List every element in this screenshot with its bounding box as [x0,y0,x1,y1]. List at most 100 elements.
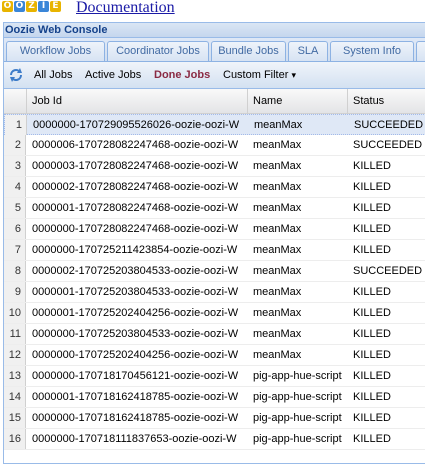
all-jobs-button[interactable]: All Jobs [34,69,73,81]
refresh-icon[interactable] [8,67,24,83]
row-number: 8 [4,261,26,281]
table-row[interactable]: 5 0000001-170728082247468-oozie-oozi-W mea… [4,198,425,219]
active-jobs-button[interactable]: Active Jobs [85,69,141,81]
column-header-status[interactable]: Status [348,89,425,113]
tab-sla[interactable]: SLA [288,41,328,61]
job-status-cell: SUCCEEDED [354,119,424,131]
table-row[interactable]: 11 0000000-170725203804533-oozie-oozi-W me… [4,324,425,345]
job-status-cell: KILLED [353,202,391,214]
job-status-cell: KILLED [353,391,391,403]
oozie-console-panel: Oozie Web Console Workflow Jobs Coordina… [3,22,425,464]
custom-filter-label: Custom Filter [223,69,289,81]
row-number: 4 [4,177,26,197]
job-name-cell: meanMax [253,244,302,256]
row-number: 5 [4,198,26,218]
job-name-cell: meanMax [253,223,302,235]
job-name-cell: meanMax [253,328,302,340]
row-number: 12 [4,345,26,365]
tab-bundle-jobs[interactable]: Bundle Jobs [211,41,286,61]
table-row[interactable]: 3 0000003-170728082247468-oozie-oozi-W mea… [4,156,425,177]
job-id-cell: 0000002-170728082247468-oozie-oozi-W [32,181,239,193]
table-row[interactable]: 6 0000000-170728082247468-oozie-oozi-W mea… [4,219,425,240]
table-row[interactable]: 12 0000000-170725202404256-oozie-oozi-W me… [4,345,425,366]
tab-coordinator-jobs[interactable]: Coordinator Jobs [107,41,209,61]
job-name-cell: meanMax [253,160,302,172]
row-number: 9 [4,282,26,302]
table-row[interactable]: 14 0000001-170718162418785-oozie-oozi-W pi… [4,387,425,408]
job-name-cell: meanMax [253,307,302,319]
jobs-grid: Job Id Name Status 1 0000000-170729095526… [4,89,425,463]
job-status-cell: KILLED [353,286,391,298]
tab-strip: Workflow Jobs Coordinator Jobs Bundle Jo… [4,38,425,62]
job-name-cell: pig-app-hue-script [253,391,342,403]
table-row[interactable]: 15 0000000-170718162418785-oozie-oozi-W pi… [4,408,425,429]
logo-letter: O [2,1,13,12]
table-row[interactable]: 2 0000006-170728082247468-oozie-oozi-W mea… [4,135,425,156]
job-name-cell: pig-app-hue-script [253,433,342,445]
job-status-cell: KILLED [353,181,391,193]
job-status-cell: KILLED [353,349,391,361]
job-status-cell: SUCCEEDED [353,139,423,151]
job-id-cell: 0000000-170728082247468-oozie-oozi-W [32,223,239,235]
table-row[interactable]: 16 0000000-170718111837653-oozie-oozi-W pi… [4,429,425,450]
tab-overflow[interactable] [416,41,425,61]
column-header-name[interactable]: Name [248,89,348,113]
job-id-cell: 0000000-170725211423854-oozie-oozi-W [32,244,238,256]
job-name-cell: meanMax [253,286,302,298]
job-name-cell: meanMax [253,202,302,214]
job-id-cell: 0000006-170728082247468-oozie-oozi-W [32,139,239,151]
job-id-cell: 0000000-170725203804533-oozie-oozi-W [32,328,239,340]
logo-letter: Z [26,1,37,12]
job-name-cell: meanMax [253,181,302,193]
table-row[interactable]: 4 0000002-170728082247468-oozie-oozi-W mea… [4,177,425,198]
row-number: 11 [4,324,26,344]
row-number: 15 [4,408,26,428]
logo-letter: E [50,1,61,12]
job-name-cell: meanMax [254,119,303,131]
job-name-cell: pig-app-hue-script [253,412,342,424]
job-status-cell: KILLED [353,160,391,172]
row-number: 7 [4,240,26,260]
row-number-header [4,89,27,113]
row-number: 6 [4,219,26,239]
row-number: 14 [4,387,26,407]
chevron-down-icon: ▾ [291,70,296,80]
job-status-cell: KILLED [353,370,391,382]
job-name-cell: pig-app-hue-script [253,370,342,382]
job-id-cell: 0000000-170729095526026-oozie-oozi-W [33,119,240,131]
job-status-cell: KILLED [353,433,391,445]
row-number: 1 [5,115,27,135]
table-row[interactable]: 10 0000001-170725202404256-oozie-oozi-W me… [4,303,425,324]
toolbar: All Jobs Active Jobs Done Jobs Custom Fi… [4,62,425,89]
tab-system-info[interactable]: System Info [330,41,414,61]
job-id-cell: 0000001-170728082247468-oozie-oozi-W [32,202,239,214]
job-status-cell: KILLED [353,412,391,424]
table-row[interactable]: 9 0000001-170725203804533-oozie-oozi-W mea… [4,282,425,303]
job-id-cell: 0000001-170725203804533-oozie-oozi-W [32,286,239,298]
row-number: 13 [4,366,26,386]
custom-filter-button[interactable]: Custom Filter ▾ [223,69,296,81]
table-row[interactable]: 1 0000000-170729095526026-oozie-oozi-W mea… [4,114,425,135]
row-number: 2 [4,135,26,155]
job-name-cell: meanMax [253,265,302,277]
job-id-cell: 0000001-170718162418785-oozie-oozi-W [32,391,239,403]
logo-letter: I [38,1,49,12]
table-row[interactable]: 13 0000000-170718170456121-oozie-oozi-W pi… [4,366,425,387]
job-status-cell: SUCCEEDED [353,265,423,277]
panel-title: Oozie Web Console [4,23,425,38]
job-id-cell: 0000000-170718170456121-oozie-oozi-W [32,370,239,382]
top-bar: OOZIE Documentation [0,0,425,20]
job-name-cell: meanMax [253,349,302,361]
job-name-cell: meanMax [253,139,302,151]
job-id-cell: 0000001-170725202404256-oozie-oozi-W [32,307,239,319]
documentation-link[interactable]: Documentation [76,0,175,17]
done-jobs-button[interactable]: Done Jobs [154,69,210,81]
column-header-job-id[interactable]: Job Id [27,89,248,113]
row-number: 3 [4,156,26,176]
row-number: 16 [4,429,26,449]
job-id-cell: 0000000-170718162418785-oozie-oozi-W [32,412,239,424]
table-row[interactable]: 7 0000000-170725211423854-oozie-oozi-W mea… [4,240,425,261]
table-row[interactable]: 8 0000002-170725203804533-oozie-oozi-W mea… [4,261,425,282]
grid-header: Job Id Name Status [4,89,425,114]
tab-workflow-jobs[interactable]: Workflow Jobs [6,41,105,61]
